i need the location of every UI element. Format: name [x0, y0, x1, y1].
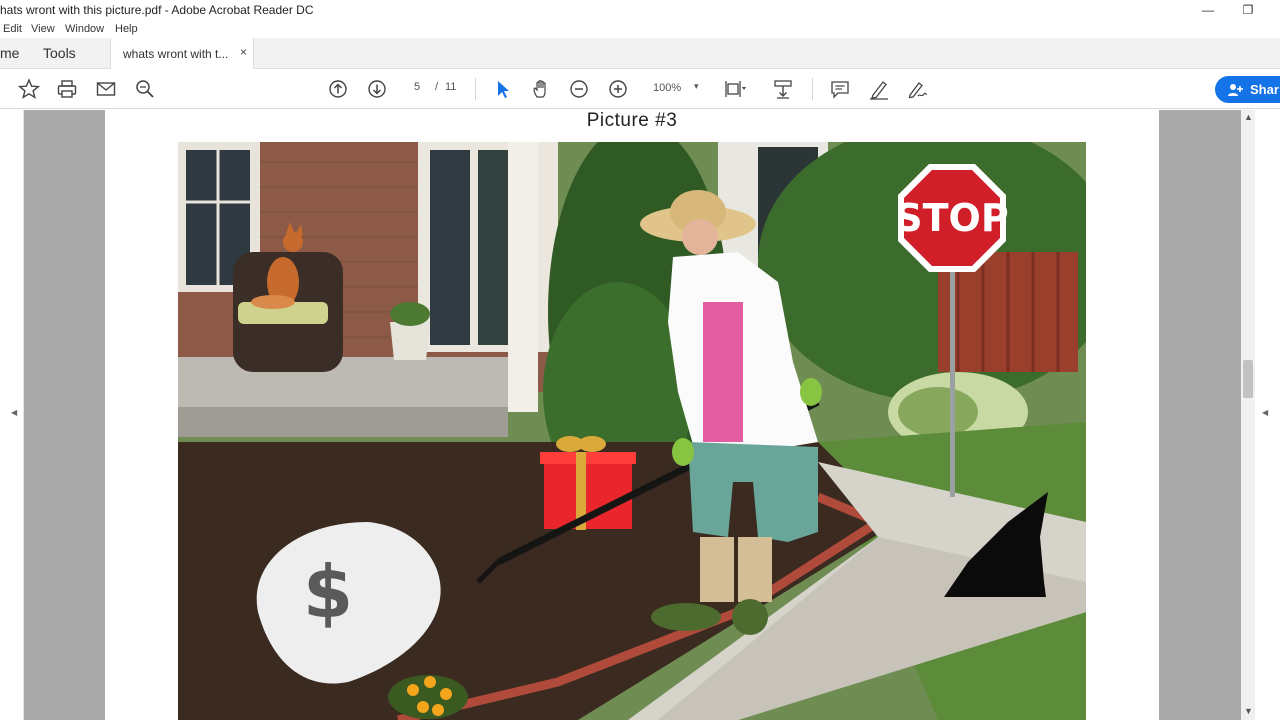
close-tab-button[interactable]: ×	[240, 45, 247, 59]
vertical-scrollbar[interactable]: ▲ ▼	[1241, 110, 1255, 720]
star-icon[interactable]	[18, 78, 40, 100]
page-total: 11	[445, 81, 457, 93]
menu-edit[interactable]: Edit	[3, 23, 22, 35]
menu-window[interactable]: Window	[65, 23, 104, 35]
page-separator: /	[435, 81, 439, 93]
sign-pen-icon[interactable]	[906, 78, 928, 100]
search-zoom-icon[interactable]	[134, 78, 156, 100]
comment-icon[interactable]	[829, 78, 851, 100]
garden-photo: STOP $	[178, 142, 1086, 720]
chevron-down-icon: ▾	[694, 81, 699, 91]
share-button-label: Shar	[1250, 82, 1279, 97]
left-panel-rail: ◀	[0, 110, 24, 720]
scrollbar-thumb[interactable]	[1243, 360, 1253, 398]
scroll-up-icon[interactable]: ▲	[1244, 112, 1253, 122]
toolbar-divider	[812, 78, 813, 100]
expand-right-panel-icon[interactable]: ◀	[1262, 408, 1268, 417]
tab-document[interactable]: whats wront with t... ×	[110, 38, 254, 69]
restore-button[interactable]: ❐	[1228, 0, 1268, 22]
email-icon[interactable]	[95, 78, 117, 100]
select-cursor-icon[interactable]	[492, 78, 514, 100]
add-person-icon	[1227, 82, 1243, 98]
toolbar-divider	[475, 78, 476, 100]
document-tab-label: whats wront with t...	[123, 47, 229, 61]
page-fit-icon[interactable]	[724, 78, 746, 100]
print-icon[interactable]	[56, 78, 78, 100]
page-number-input[interactable]: 5	[402, 81, 432, 93]
stop-sign-text: STOP	[895, 196, 1008, 240]
money-bag-symbol: $	[303, 550, 353, 634]
highlight-pen-icon[interactable]	[868, 78, 890, 100]
menu-view[interactable]: View	[31, 23, 55, 35]
picture-title: Picture #3	[586, 110, 678, 131]
minimize-button[interactable]: —	[1188, 0, 1228, 22]
hand-tool-icon[interactable]	[530, 78, 552, 100]
zoom-level-select[interactable]: 100% ▾	[644, 80, 706, 98]
tab-home[interactable]: me	[0, 45, 19, 61]
tab-tools[interactable]: Tools	[43, 45, 76, 61]
expand-left-panel-icon[interactable]: ◀	[11, 408, 17, 417]
toolbar: 5 / 11 100% ▾	[0, 69, 1280, 109]
tab-bar: me Tools whats wront with t... ×	[0, 38, 1280, 69]
share-button[interactable]: Shar	[1215, 76, 1280, 103]
right-panel-rail: ◀	[1255, 110, 1280, 720]
previous-page-icon[interactable]	[327, 78, 349, 100]
next-page-icon[interactable]	[366, 78, 388, 100]
zoom-level-value: 100%	[653, 82, 682, 94]
scroll-mode-icon[interactable]	[772, 78, 794, 100]
menu-bar: Edit View Window Help	[0, 22, 1280, 38]
window-title: hats wront with this picture.pdf - Adobe…	[0, 3, 314, 17]
zoom-out-icon[interactable]	[568, 78, 590, 100]
menu-help[interactable]: Help	[115, 23, 138, 35]
title-bar: hats wront with this picture.pdf - Adobe…	[0, 0, 1280, 22]
scroll-down-icon[interactable]: ▼	[1244, 706, 1253, 716]
zoom-in-icon[interactable]	[607, 78, 629, 100]
